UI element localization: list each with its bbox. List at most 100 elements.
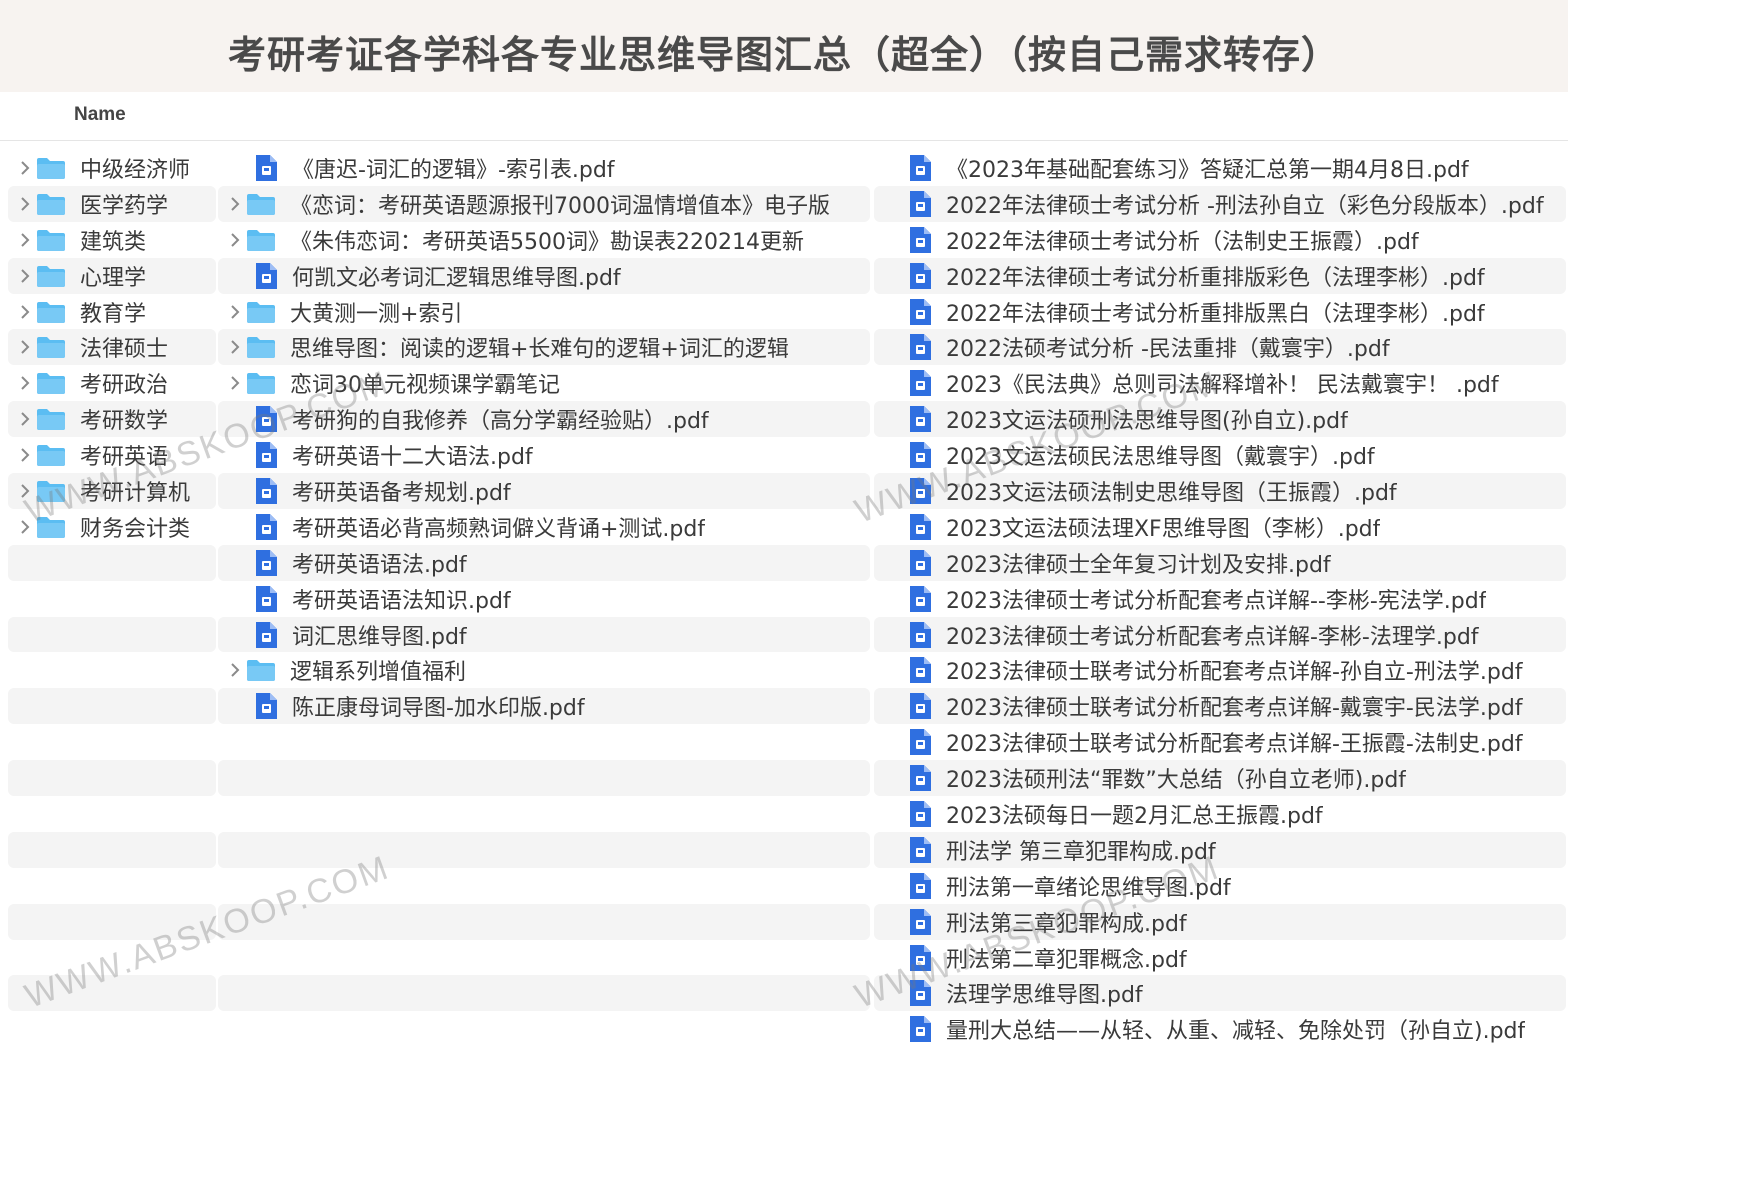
sidebar-folder-row[interactable]: 医学药学 [8, 185, 216, 222]
file-name: 2023法律硕士联考试分析配套考点详解-王振霞-法制史.pdf [946, 732, 1523, 758]
sidebar-folder-row[interactable]: 建筑类 [8, 222, 216, 258]
folder-name: 考研政治 [80, 373, 169, 399]
disclosure-chevron-icon[interactable] [224, 233, 246, 247]
file-row[interactable]: 2023文运法硕法理XF思维导图（李彬）.pdf [874, 509, 1566, 545]
folder-row[interactable]: 逻辑系列增值福利 [218, 652, 870, 688]
sidebar-folder-row[interactable]: 教育学 [8, 294, 216, 330]
empty-row [8, 1011, 216, 1047]
folder-name: 建筑类 [80, 229, 147, 255]
pdf-file-icon [908, 262, 932, 290]
file-row[interactable]: 2023文运法硕法制史思维导图（王振霞）.pdf [874, 473, 1566, 509]
file-row[interactable]: 2023文运法硕刑法思维导图(孙自立).pdf [874, 401, 1566, 438]
file-row[interactable]: 2022年法律硕士考试分析 -刑法孙自立（彩色分段版本）.pdf [874, 185, 1566, 222]
file-name: 2022年法律硕士考试分析重排版黑白（法理李彬）.pdf [946, 301, 1485, 327]
file-row[interactable]: 《唐迟-词汇的逻辑》-索引表.pdf [218, 150, 870, 186]
file-name: 2022年法律硕士考试分析 -刑法孙自立（彩色分段版本）.pdf [946, 193, 1544, 219]
empty-row [8, 940, 216, 976]
folder-row[interactable]: 思维导图：阅读的逻辑+长难句的逻辑+词汇的逻辑 [218, 329, 870, 366]
sidebar-folder-row[interactable]: 考研英语 [8, 437, 216, 473]
file-row[interactable]: 2023法律硕士联考试分析配套考点详解-戴寰宇-民法学.pdf [874, 688, 1566, 725]
disclosure-chevron-icon[interactable] [14, 197, 36, 211]
disclosure-chevron-icon[interactable] [14, 340, 36, 355]
file-row[interactable]: 2023法律硕士联考试分析配套考点详解-孙自立-刑法学.pdf [874, 652, 1566, 688]
file-name: 2023法律硕士全年复习计划及安排.pdf [946, 552, 1331, 578]
file-row[interactable]: 词汇思维导图.pdf [218, 616, 870, 653]
file-row[interactable]: 2023《民法典》总则司法解释增补！ 民法戴寰宇！ .pdf [874, 365, 1566, 401]
pdf-file-icon [254, 154, 278, 182]
pdf-file-icon [908, 621, 932, 649]
file-row[interactable]: 2022年法律硕士考试分析重排版黑白（法理李彬）.pdf [874, 294, 1566, 330]
sidebar-folder-row[interactable]: 考研政治 [8, 365, 216, 401]
empty-row [218, 760, 870, 797]
pdf-file-icon [908, 226, 932, 254]
file-row[interactable]: 《2023年基础配套练习》答疑汇总第一期4月8日.pdf [874, 150, 1566, 186]
file-row[interactable]: 2022法硕考试分析 -民法重排（戴寰宇）.pdf [874, 329, 1566, 366]
file-row[interactable]: 何凯文必考词汇逻辑思维导图.pdf [218, 257, 870, 294]
folder-name: 《朱伟恋词：考研英语5500词》勘误表220214更新 [290, 229, 804, 255]
sidebar-folder-row[interactable]: 考研计算机 [8, 473, 216, 509]
empty-row [218, 724, 870, 760]
sidebar-folder-row[interactable]: 法律硕士 [8, 329, 216, 366]
pdf-file-icon [254, 621, 278, 649]
disclosure-chevron-icon[interactable] [14, 268, 36, 283]
file-row[interactable]: 考研英语语法知识.pdf [218, 581, 870, 617]
file-row[interactable]: 2023法硕刑法“罪数”大总结（孙自立老师).pdf [874, 760, 1566, 797]
disclosure-chevron-icon[interactable] [14, 304, 36, 319]
file-name: 刑法第三章犯罪构成.pdf [946, 911, 1187, 937]
file-row[interactable]: 考研英语十二大语法.pdf [218, 437, 870, 473]
file-row[interactable]: 2022年法律硕士考试分析（法制史王振霞）.pdf [874, 222, 1566, 258]
disclosure-chevron-icon[interactable] [224, 197, 246, 211]
file-row[interactable]: 量刑大总结——从轻、从重、减轻、免除处罚（孙自立).pdf [874, 1011, 1566, 1047]
disclosure-chevron-icon[interactable] [14, 412, 36, 426]
disclosure-chevron-icon[interactable] [224, 304, 246, 319]
file-row[interactable]: 2022年法律硕士考试分析重排版彩色（法理李彬）.pdf [874, 257, 1566, 294]
pdf-file-icon [254, 262, 278, 290]
folder-icon [36, 335, 66, 359]
disclosure-chevron-icon[interactable] [224, 376, 246, 390]
file-row[interactable]: 刑法第一章绪论思维导图.pdf [874, 868, 1566, 904]
empty-row [218, 975, 870, 1012]
file-row[interactable]: 2023法律硕士联考试分析配套考点详解-王振霞-法制史.pdf [874, 724, 1566, 760]
sidebar-folder-row[interactable]: 心理学 [8, 257, 216, 294]
disclosure-chevron-icon[interactable] [14, 484, 36, 498]
file-row[interactable]: 2023法律硕士全年复习计划及安排.pdf [874, 544, 1566, 581]
file-name: 刑法第二章犯罪概念.pdf [946, 947, 1187, 973]
disclosure-chevron-icon[interactable] [14, 448, 36, 462]
disclosure-chevron-icon[interactable] [14, 161, 36, 175]
disclosure-chevron-icon[interactable] [224, 663, 246, 678]
file-name: 刑法学 第三章犯罪构成.pdf [946, 839, 1216, 865]
file-name: 2023文运法硕刑法思维导图(孙自立).pdf [946, 409, 1348, 435]
file-row[interactable]: 法理学思维导图.pdf [874, 975, 1566, 1012]
file-row[interactable]: 考研狗的自我修养（高分学霸经验贴）.pdf [218, 401, 870, 438]
file-row[interactable]: 刑法第二章犯罪概念.pdf [874, 940, 1566, 976]
empty-row [218, 940, 870, 976]
folder-name: 考研数学 [80, 409, 169, 435]
folder-row[interactable]: 《恋词：考研英语题源报刊7000词温情增值本》电子版 [218, 185, 870, 222]
file-row[interactable]: 2023法律硕士考试分析配套考点详解-李彬-法理学.pdf [874, 616, 1566, 653]
file-row[interactable]: 刑法第三章犯罪构成.pdf [874, 903, 1566, 940]
disclosure-chevron-icon[interactable] [14, 376, 36, 390]
file-row[interactable]: 2023文运法硕民法思维导图（戴寰宇）.pdf [874, 437, 1566, 473]
file-row[interactable]: 2023法硕每日一题2月汇总王振霞.pdf [874, 796, 1566, 832]
sidebar-folder-row[interactable]: 中级经济师 [8, 150, 216, 186]
folder-row[interactable]: 《朱伟恋词：考研英语5500词》勘误表220214更新 [218, 222, 870, 258]
pdf-file-icon [254, 477, 278, 505]
name-column-header[interactable]: Name [74, 104, 126, 126]
folder-row[interactable]: 大黄测一测+索引 [218, 294, 870, 330]
disclosure-chevron-icon[interactable] [14, 233, 36, 247]
file-row[interactable]: 考研英语必背高频熟词僻义背诵+测试.pdf [218, 509, 870, 545]
file-row[interactable]: 陈正康母词导图-加水印版.pdf [218, 688, 870, 725]
file-row[interactable]: 考研英语备考规划.pdf [218, 473, 870, 509]
file-row[interactable]: 2023法律硕士考试分析配套考点详解--李彬-宪法学.pdf [874, 581, 1566, 617]
file-name: 《2023年基础配套练习》答疑汇总第一期4月8日.pdf [946, 157, 1469, 183]
file-row[interactable]: 考研英语语法.pdf [218, 544, 870, 581]
sidebar-folder-row[interactable]: 考研数学 [8, 401, 216, 438]
sidebar-folder-row[interactable]: 财务会计类 [8, 509, 216, 545]
disclosure-chevron-icon[interactable] [224, 340, 246, 355]
file-row[interactable]: 刑法学 第三章犯罪构成.pdf [874, 831, 1566, 868]
folder-row[interactable]: 恋词30单元视频课学霸笔记 [218, 365, 870, 401]
disclosure-chevron-icon[interactable] [14, 520, 36, 534]
file-name: 考研英语十二大语法.pdf [292, 445, 533, 471]
file-name: 考研英语备考规划.pdf [292, 480, 511, 506]
file-name: 2023文运法硕民法思维导图（戴寰宇）.pdf [946, 445, 1375, 471]
